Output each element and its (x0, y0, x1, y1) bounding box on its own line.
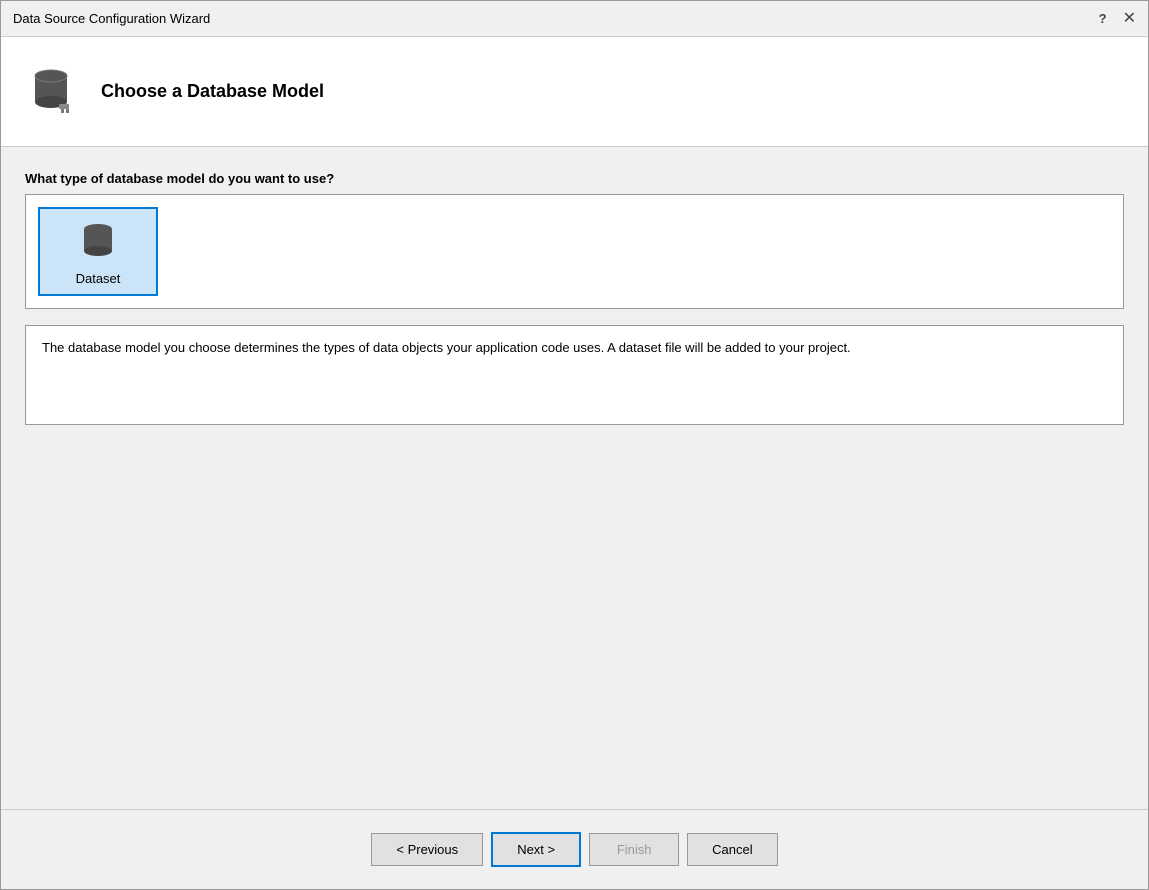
model-selection-area[interactable]: Dataset (25, 194, 1124, 309)
header-title: Choose a Database Model (101, 81, 324, 102)
dialog-title: Data Source Configuration Wizard (13, 11, 210, 26)
footer-section: < Previous Next > Finish Cancel (1, 809, 1148, 889)
finish-button[interactable]: Finish (589, 833, 679, 866)
close-button[interactable]: ✕ (1123, 11, 1136, 27)
dataset-model-item[interactable]: Dataset (38, 207, 158, 296)
content-section: What type of database model do you want … (1, 147, 1148, 809)
description-text: The database model you choose determines… (42, 340, 851, 355)
dataset-label: Dataset (76, 271, 121, 286)
header-icon (25, 62, 85, 122)
header-section: Choose a Database Model (1, 37, 1148, 147)
next-button[interactable]: Next > (491, 832, 581, 867)
dialog-window: Data Source Configuration Wizard ? ✕ Cho… (0, 0, 1149, 890)
help-button[interactable]: ? (1099, 11, 1107, 26)
dataset-icon (74, 217, 122, 265)
previous-button[interactable]: < Previous (371, 833, 483, 866)
description-area: The database model you choose determines… (25, 325, 1124, 425)
question-label: What type of database model do you want … (25, 171, 1124, 309)
title-bar: Data Source Configuration Wizard ? ✕ (1, 1, 1148, 37)
title-bar-controls: ? ✕ (1099, 11, 1136, 27)
cancel-button[interactable]: Cancel (687, 833, 777, 866)
